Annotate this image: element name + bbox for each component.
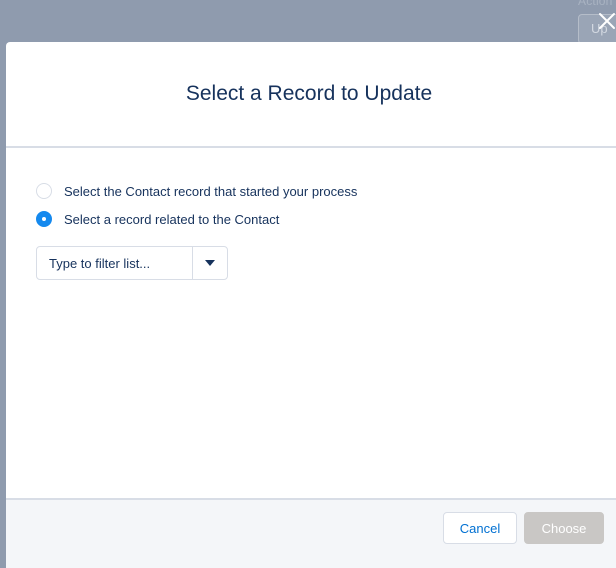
radio-button[interactable] [36, 183, 52, 199]
chevron-down-icon [205, 260, 215, 266]
close-button[interactable] [596, 10, 616, 32]
filter-input[interactable] [37, 247, 192, 279]
cancel-button[interactable]: Cancel [443, 512, 517, 544]
filter-combobox [36, 246, 228, 280]
background-actions-label: Action [578, 0, 613, 8]
modal-body: Select the Contact record that started y… [6, 148, 616, 498]
modal-header: Select a Record to Update [6, 42, 616, 148]
option-process-contact[interactable]: Select the Contact record that started y… [36, 183, 357, 199]
modal-title: Select a Record to Update [185, 82, 433, 105]
choose-button[interactable]: Choose [524, 512, 604, 544]
radio-button-selected[interactable] [36, 211, 52, 227]
modal-dialog: Select a Record to Update Select the Con… [6, 42, 616, 568]
modal-footer: Cancel Choose [6, 498, 616, 568]
dropdown-toggle[interactable] [192, 247, 227, 279]
option-label: Select a record related to the Contact [64, 211, 280, 227]
close-icon [599, 13, 615, 29]
option-label: Select the Contact record that started y… [64, 183, 358, 199]
option-related-record[interactable]: Select a record related to the Contact [36, 211, 279, 227]
